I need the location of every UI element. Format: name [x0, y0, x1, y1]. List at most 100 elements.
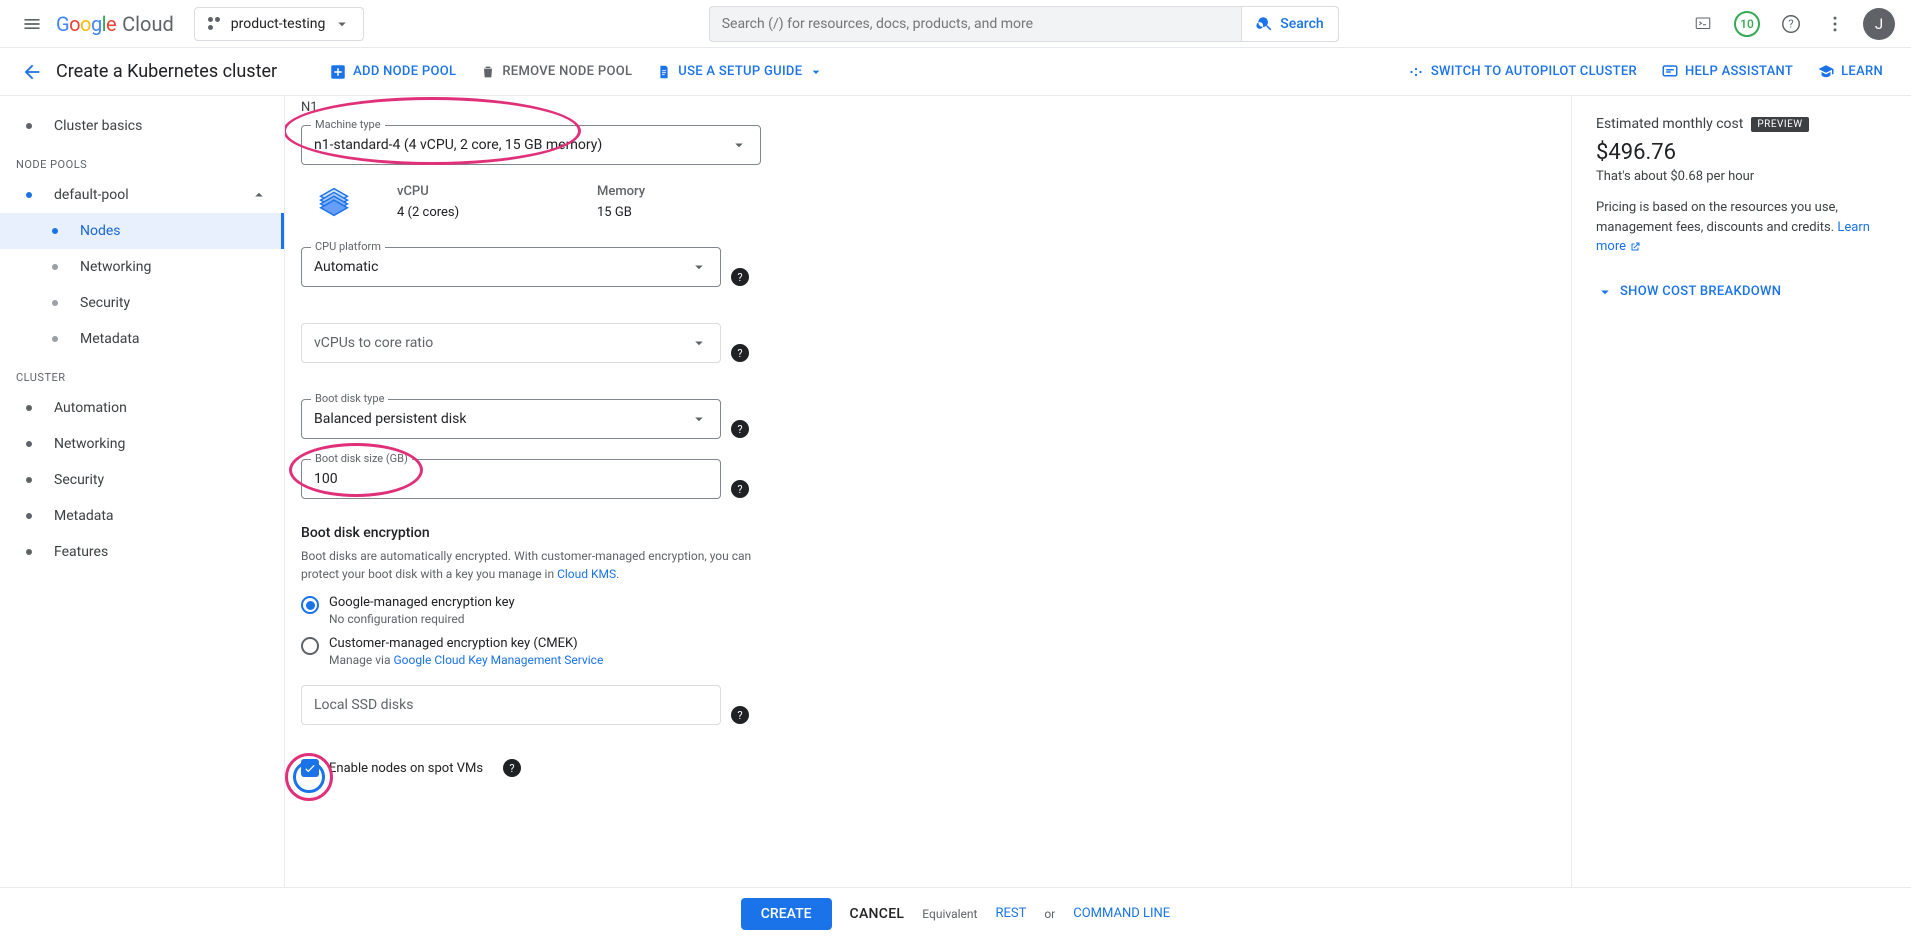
hamburger-icon[interactable] — [12, 4, 52, 44]
learn-button[interactable]: LEARN — [1805, 63, 1895, 81]
doc-icon — [656, 64, 672, 80]
vcpu-header: vCPU — [397, 184, 557, 199]
sidebar-item-cluster-metadata[interactable]: Metadata — [0, 498, 284, 534]
radio-google-managed[interactable]: Google-managed encryption key No configu… — [301, 595, 885, 626]
command-line-link[interactable]: COMMAND LINE — [1073, 906, 1170, 921]
add-box-icon — [329, 63, 347, 81]
help-icon[interactable]: ? — [731, 420, 749, 438]
sidebar-item-nodes[interactable]: Nodes — [0, 213, 284, 249]
boot-disk-size-input[interactable]: Boot disk size (GB) 100 — [301, 459, 721, 499]
setup-guide-label: USE A SETUP GUIDE — [678, 64, 802, 79]
radio-customer-managed[interactable]: Customer-managed encryption key (CMEK) M… — [301, 636, 885, 667]
machine-type-value: n1-standard-4 (4 vCPU, 2 core, 15 GB mem… — [314, 137, 730, 153]
avatar-initial: J — [1875, 15, 1883, 33]
project-icon — [207, 16, 223, 32]
spot-vms-checkbox-row[interactable]: Enable nodes on spot VMs ? — [301, 759, 885, 777]
sidebar-group-node-pools: NODE POOLS — [0, 144, 284, 177]
sidebar-item-label: Security — [54, 472, 104, 488]
help-assistant-label: HELP ASSISTANT — [1685, 64, 1793, 79]
vcpu-value: 4 (2 cores) — [397, 205, 557, 220]
setup-guide-button[interactable]: USE A SETUP GUIDE — [644, 64, 836, 80]
free-trial-badge[interactable]: 10 — [1727, 4, 1767, 44]
more-vert-icon[interactable] — [1815, 4, 1855, 44]
chevron-down-icon — [1596, 283, 1614, 301]
sidebar-item-label: Metadata — [80, 331, 140, 347]
sidebar-item-features[interactable]: Features — [0, 534, 284, 570]
search-box[interactable]: Search — [709, 6, 1339, 42]
add-node-pool-label: ADD NODE POOL — [353, 64, 456, 79]
remove-node-pool-button[interactable]: REMOVE NODE POOL — [468, 64, 644, 80]
sidebar-item-cluster-security[interactable]: Security — [0, 462, 284, 498]
local-ssd-input[interactable]: Local SSD disks — [301, 685, 721, 725]
cost-pricing-text: Pricing is based on the resources you us… — [1596, 198, 1887, 257]
show-cost-breakdown-button[interactable]: SHOW COST BREAKDOWN — [1596, 283, 1887, 301]
sidebar-item-metadata[interactable]: Metadata — [0, 321, 284, 357]
sidebar-item-label: Networking — [80, 259, 151, 275]
sidebar-item-cluster-basics[interactable]: Cluster basics — [0, 108, 284, 144]
help-assistant-button[interactable]: HELP ASSISTANT — [1649, 63, 1805, 81]
boot-disk-type-select[interactable]: Boot disk type Balanced persistent disk — [301, 399, 721, 439]
trial-count: 10 — [1740, 17, 1754, 31]
switch-autopilot-button[interactable]: SWITCH TO AUTOPILOT CLUSTER — [1395, 63, 1649, 81]
boot-disk-type-value: Balanced persistent disk — [314, 411, 690, 427]
cloud-shell-icon[interactable] — [1683, 4, 1723, 44]
vcpu-ratio-select[interactable]: vCPUs to core ratio — [301, 323, 721, 363]
help-icon[interactable]: ? — [503, 759, 521, 777]
add-node-pool-button[interactable]: ADD NODE POOL — [317, 63, 468, 81]
sidebar-item-label: Nodes — [80, 223, 121, 239]
back-icon[interactable] — [16, 61, 48, 83]
sidebar-item-default-pool[interactable]: default-pool — [0, 177, 284, 213]
create-button[interactable]: CREATE — [741, 898, 832, 930]
search-button[interactable]: Search — [1241, 7, 1337, 41]
dropdown-icon — [690, 258, 708, 276]
equivalent-label: Equivalent — [922, 907, 977, 921]
encryption-description: Boot disks are automatically encrypted. … — [301, 547, 761, 583]
cpu-platform-label: CPU platform — [311, 240, 385, 253]
machine-type-icon — [311, 179, 357, 225]
chevron-down-icon — [808, 64, 824, 80]
machine-type-select[interactable]: Machine type n1-standard-4 (4 vCPU, 2 co… — [301, 125, 761, 165]
switch-autopilot-label: SWITCH TO AUTOPILOT CLUSTER — [1431, 64, 1637, 79]
or-label: or — [1044, 907, 1055, 921]
help-icon[interactable]: ? — [731, 344, 749, 362]
sidebar-item-cluster-networking[interactable]: Networking — [0, 426, 284, 462]
cancel-button[interactable]: CANCEL — [850, 906, 905, 922]
cpu-platform-select[interactable]: CPU platform Automatic — [301, 247, 721, 287]
help-icon[interactable]: ? — [1771, 4, 1811, 44]
remove-node-pool-label: REMOVE NODE POOL — [502, 64, 632, 79]
radio-sub-prefix: Manage via — [329, 653, 393, 667]
kms-link[interactable]: Google Cloud Key Management Service — [393, 653, 603, 667]
account-avatar[interactable]: J — [1859, 4, 1899, 44]
trash-icon — [480, 64, 496, 80]
help-icon[interactable]: ? — [731, 480, 749, 498]
project-name: product-testing — [231, 16, 326, 32]
sidebar-item-label: Automation — [54, 400, 127, 416]
cloud-kms-link[interactable]: Cloud KMS — [557, 567, 616, 581]
radio-label: Customer-managed encryption key (CMEK) — [329, 636, 603, 651]
page-title: Create a Kubernetes cluster — [56, 61, 277, 82]
sidebar-item-label: Cluster basics — [54, 118, 142, 134]
boot-disk-size-value: 100 — [314, 471, 708, 487]
sidebar-item-networking[interactable]: Networking — [0, 249, 284, 285]
project-picker[interactable]: product-testing — [194, 7, 365, 41]
encryption-desc-text: Boot disks are automatically encrypted. … — [301, 549, 751, 581]
encryption-heading: Boot disk encryption — [301, 525, 885, 541]
cloud-word: Cloud — [122, 12, 174, 36]
checkbox-checked-icon — [301, 759, 319, 777]
rest-link[interactable]: REST — [995, 906, 1026, 921]
dropdown-icon — [690, 410, 708, 428]
chevron-up-icon — [250, 186, 268, 204]
sidebar-item-label: Features — [54, 544, 108, 560]
sidebar-item-automation[interactable]: Automation — [0, 390, 284, 426]
learn-icon — [1817, 63, 1835, 81]
google-cloud-logo[interactable]: Google Cloud — [56, 12, 174, 36]
help-icon[interactable]: ? — [731, 706, 749, 724]
boot-disk-type-label: Boot disk type — [311, 392, 388, 405]
dropdown-icon — [690, 334, 708, 352]
search-input[interactable] — [710, 16, 1242, 32]
help-icon[interactable]: ? — [731, 268, 749, 286]
svg-text:?: ? — [1788, 17, 1793, 30]
machine-type-label: Machine type — [311, 118, 385, 131]
sidebar-item-security[interactable]: Security — [0, 285, 284, 321]
learn-label: LEARN — [1841, 64, 1883, 79]
